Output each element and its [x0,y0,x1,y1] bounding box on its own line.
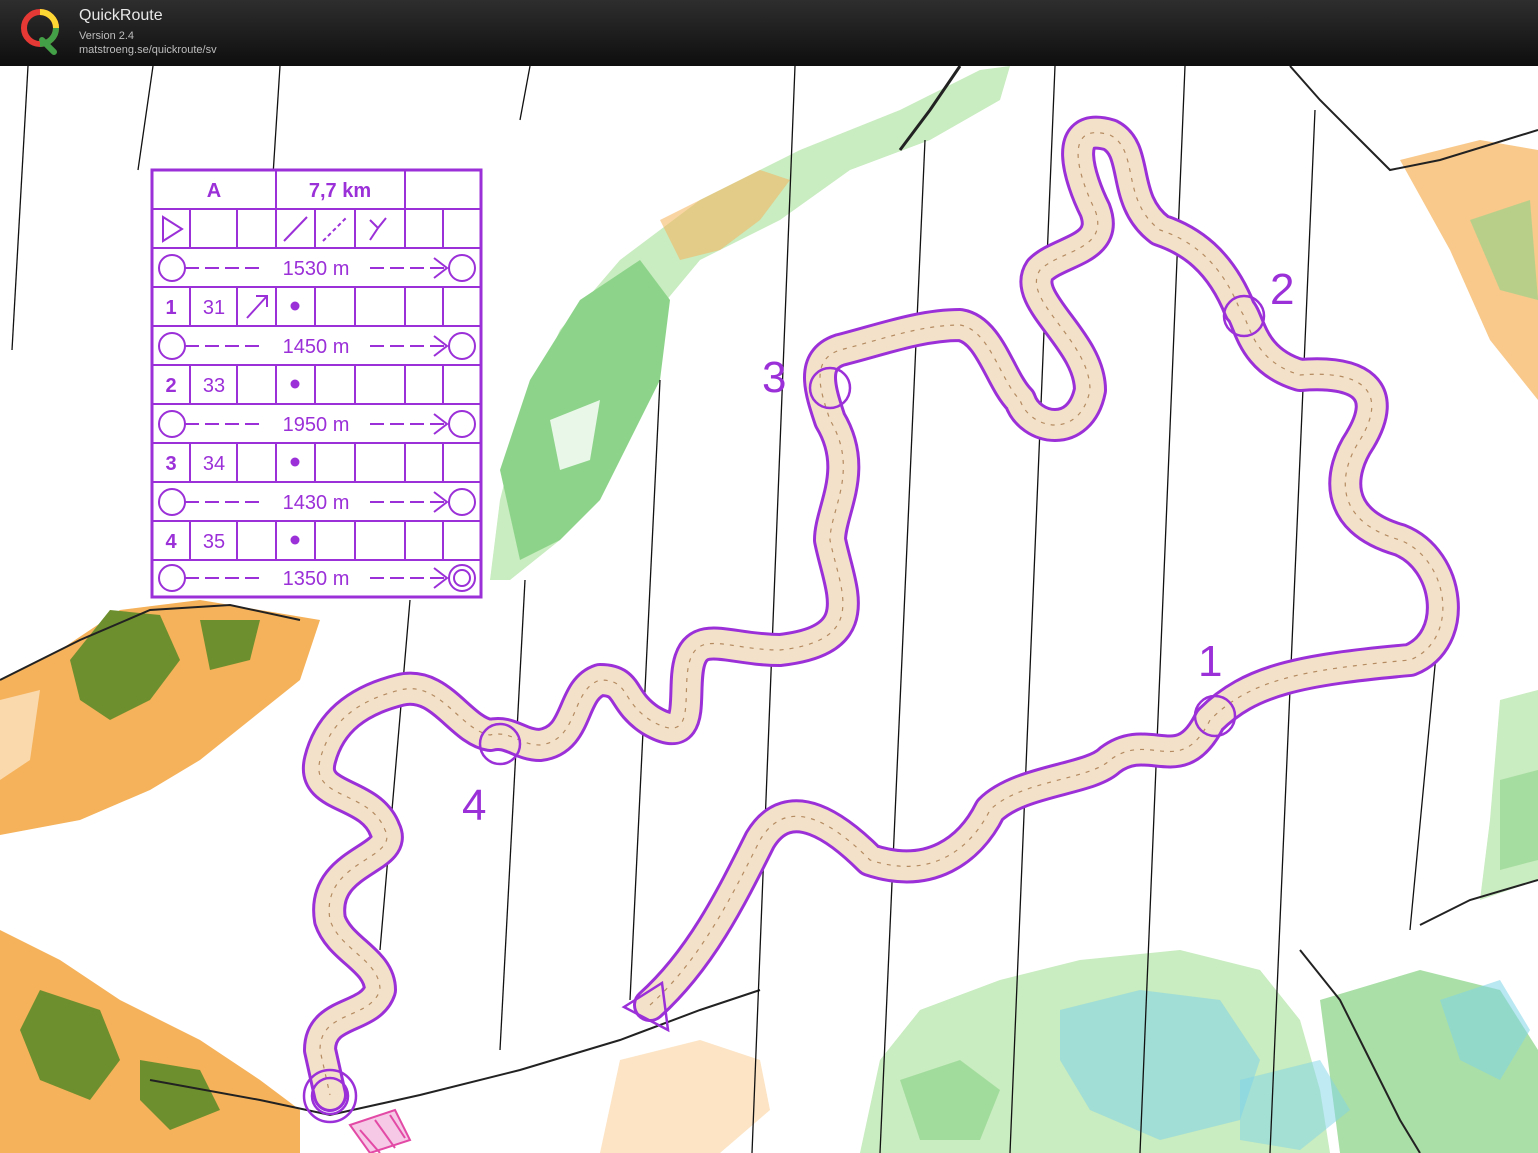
app-url: matstroeng.se/quickroute/sv [79,44,217,56]
terrain-south [340,690,1538,1153]
quickroute-logo-icon [21,9,59,55]
control-row-code: 31 [203,297,225,319]
feature-dot-icon [290,457,300,467]
orienteering-map[interactable]: 1 2 3 4 A 7,7 km 1530 m 1 31 1450 m 2 33… [0,66,1538,1153]
control-row-code: 33 [203,375,225,397]
control-row-number: 4 [165,531,177,553]
control-row-code: 35 [203,531,225,553]
control-number-2: 2 [1270,265,1294,314]
feature-dot-icon [290,301,300,311]
app-version: Version 2.4 [79,30,135,42]
course-length: 7,7 km [309,180,371,202]
control-number-4: 4 [462,781,486,830]
leg-distance: 1530 m [283,258,350,280]
map-canvas: 1 2 3 4 A 7,7 km 1530 m 1 31 1450 m 2 33… [0,66,1538,1153]
leg-distance: 1450 m [283,336,350,358]
leg-distance: 1350 m [283,568,350,590]
control-row-number: 2 [165,375,176,397]
app-name: QuickRoute [79,7,163,24]
control-number-3: 3 [762,353,786,402]
course-class: A [207,180,221,202]
control-row-number: 3 [165,453,176,475]
control-row-code: 34 [203,453,225,475]
feature-dot-icon [290,535,300,545]
control-row-number: 1 [165,297,176,319]
feature-dot-icon [290,379,300,389]
control-description-sheet: A 7,7 km 1530 m 1 31 1450 m 2 33 1950 m … [150,168,483,599]
app-title-bar: QuickRoute Version 2.4 matstroeng.se/qui… [0,0,1538,66]
control-number-1: 1 [1198,637,1222,686]
leg-distance: 1430 m [283,492,350,514]
terrain-south-west [0,930,300,1153]
terrain-west [0,600,320,835]
leg-distance: 1950 m [283,414,350,436]
